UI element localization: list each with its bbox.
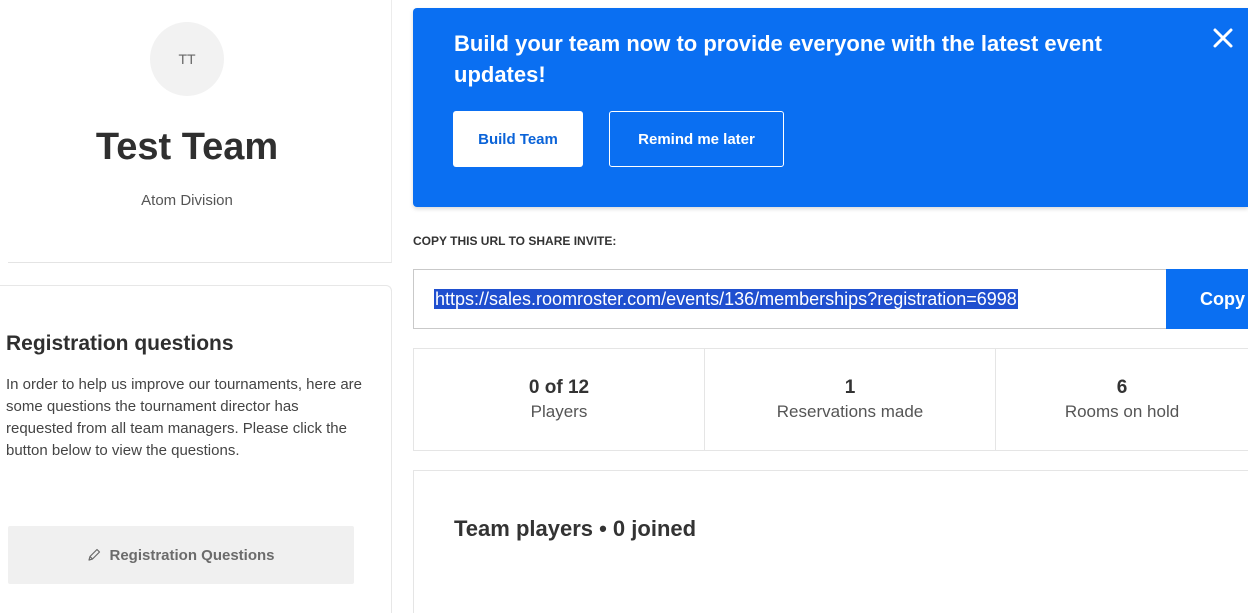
stat-label: Rooms on hold — [1064, 402, 1180, 421]
registration-card: Registration questions In order to help … — [0, 285, 392, 613]
team-stats: 0 of 12 Players 1 Reservations made 6 Ro… — [413, 348, 1248, 451]
avatar: TT — [150, 22, 224, 96]
team-players-title: Team players • 0 joined — [454, 516, 697, 541]
invite-url-input[interactable]: https://sales.roomroster.com/events/136/… — [414, 270, 1166, 328]
team-card: TT Test Team Atom Division — [8, 0, 392, 263]
registration-questions-label: Registration Questions — [109, 546, 275, 564]
remind-later-button[interactable]: Remind me later — [609, 111, 784, 167]
stat-value: 6 — [1116, 377, 1128, 398]
team-division: Atom Division — [141, 192, 233, 209]
registration-description: In order to help us improve our tourname… — [6, 376, 363, 459]
stat-reservations: 1 Reservations made — [705, 349, 996, 450]
team-players-card: Team players • 0 joined — [413, 470, 1248, 613]
stat-label: Players — [530, 402, 588, 421]
stat-value: 0 of 12 — [528, 377, 590, 398]
page: TT Test Team Atom Division Registration … — [0, 0, 1248, 613]
stat-rooms-on-hold: 6 Rooms on hold — [996, 349, 1248, 450]
pencil-icon — [88, 548, 101, 561]
invite-url-box: https://sales.roomroster.com/events/136/… — [413, 269, 1248, 329]
stat-label: Reservations made — [776, 402, 924, 421]
banner-message: Build your team now to provide everyone … — [454, 31, 1102, 87]
registration-questions-button[interactable]: Registration Questions — [8, 526, 354, 584]
registration-title: Registration questions — [6, 332, 234, 355]
build-team-button[interactable]: Build Team — [453, 111, 583, 167]
team-name: Test Team — [95, 126, 279, 168]
copy-button[interactable]: Copy — [1166, 269, 1248, 329]
stat-players: 0 of 12 Players — [414, 349, 705, 450]
build-team-banner: Build your team now to provide everyone … — [413, 8, 1248, 207]
invite-url-text: https://sales.roomroster.com/events/136/… — [434, 289, 1018, 309]
invite-url-label: COPY THIS URL TO SHARE INVITE: — [413, 234, 617, 248]
stat-value: 1 — [844, 377, 856, 398]
close-icon[interactable] — [1208, 23, 1238, 53]
